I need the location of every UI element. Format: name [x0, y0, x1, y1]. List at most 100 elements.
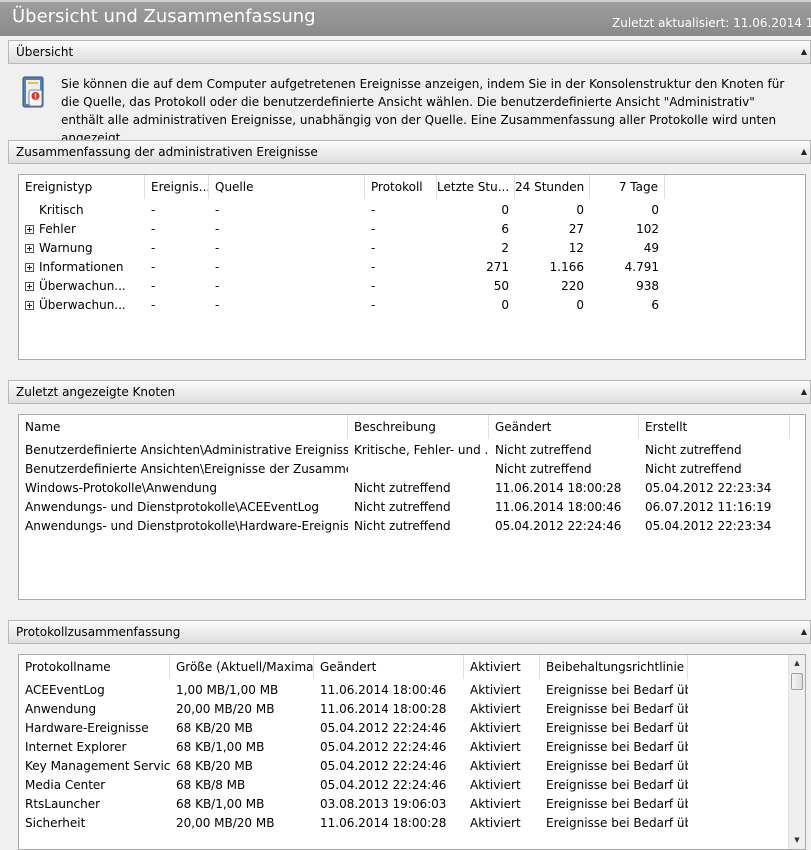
table-row[interactable]: Hardware-Ereignisse 68 KB/20 MB 05.04.2012…	[19, 719, 805, 738]
table-row[interactable]: Benutzerdefinierte Ansichten\Ereignisse …	[19, 460, 805, 479]
last-hour-cell: 6	[501, 222, 509, 236]
vertical-scrollbar[interactable]: ▲ ▼	[788, 655, 805, 849]
log-size-cell: 20,00 MB/20 MB	[176, 816, 275, 830]
scroll-thumb[interactable]	[791, 673, 803, 690]
node-name-cell: Anwendungs- und Dienstprotokolle\Hardwar…	[25, 519, 348, 533]
admin-summary-section-header[interactable]: Zusammenfassung der administrativen Erei…	[8, 140, 811, 164]
column-header-24-hours[interactable]: 24 Stunden	[515, 175, 590, 199]
log-retention-cell: Ereignisse bei Bedarf üb...	[546, 740, 688, 754]
node-name-cell: Anwendungs- und Dienstprotokolle\ACEEven…	[25, 500, 320, 514]
event-viewer-icon	[22, 76, 44, 108]
table-row[interactable]: Kritisch - - - 0 0 0	[19, 201, 805, 220]
column-header-log-name[interactable]: Protokollname	[19, 655, 170, 679]
table-header: Ereignistyp Ereignis... Quelle Protokoll…	[19, 175, 805, 199]
plus-box-icon[interactable]	[25, 244, 34, 253]
column-header-source[interactable]: Quelle	[209, 175, 365, 199]
table-row[interactable]: Überwachun... - - - 0 0 6	[19, 296, 805, 315]
week-count-cell: 102	[636, 222, 659, 236]
event-type-label: Kritisch	[39, 203, 84, 217]
table-row[interactable]: RtsLauncher 68 KB/1,00 MB 03.08.2013 19:06…	[19, 795, 805, 814]
column-header-enabled[interactable]: Aktiviert	[464, 655, 540, 679]
column-header-7-days[interactable]: 7 Tage	[590, 175, 665, 199]
plus-box-icon[interactable]	[25, 282, 34, 291]
chevron-up-icon[interactable]: ▲	[801, 41, 807, 63]
log-name-cell: Anwendung	[25, 702, 97, 716]
table-row[interactable]: Key Management Service 68 KB/20 MB 05.04.2…	[19, 757, 805, 776]
table-row[interactable]: Benutzerdefinierte Ansichten\Administrat…	[19, 441, 805, 460]
log-retention-cell: Ereignisse bei Bedarf üb...	[546, 759, 688, 773]
table-row[interactable]: Warnung - - - 2 12 49	[19, 239, 805, 258]
table-row[interactable]: Anwendung 20,00 MB/20 MB 11.06.2014 18:00:…	[19, 700, 805, 719]
source-cell: -	[215, 260, 220, 274]
log-cell: -	[371, 241, 376, 255]
chevron-up-icon[interactable]: ▲	[801, 141, 807, 163]
log-enabled-cell: Aktiviert	[470, 740, 521, 754]
table-row[interactable]: Überwachun... - - - 50 220 938	[19, 277, 805, 296]
log-modified-cell: 11.06.2014 18:00:28	[320, 816, 447, 830]
plus-box-icon[interactable]	[25, 225, 34, 234]
table-row[interactable]: Sicherheit 20,00 MB/20 MB 11.06.2014 18:00…	[19, 814, 805, 833]
log-enabled-cell: Aktiviert	[470, 683, 521, 697]
recent-nodes-section-header[interactable]: Zuletzt angezeigte Knoten ▲	[8, 380, 811, 404]
table-row[interactable]: Internet Explorer 68 KB/1,00 MB 05.04.2012…	[19, 738, 805, 757]
table-row[interactable]: Windows-Protokolle\Anwendung Nicht zutref…	[19, 479, 805, 498]
log-summary-section-header[interactable]: Protokollzusammenfassung ▲	[8, 620, 811, 644]
log-enabled-cell: Aktiviert	[470, 816, 521, 830]
week-count-cell: 0	[651, 203, 659, 217]
chevron-up-icon[interactable]: ▲	[801, 381, 807, 403]
column-header-last-hour[interactable]: Letzte Stu...	[437, 175, 515, 199]
log-modified-cell: 05.04.2012 22:24:46	[320, 721, 447, 735]
last-hour-cell: 50	[493, 279, 509, 293]
node-created-cell: 06.07.2012 11:16:19	[645, 500, 772, 514]
node-name-cell: Windows-Protokolle\Anwendung	[25, 481, 217, 495]
node-created-cell: Nicht zutreffend	[645, 462, 742, 476]
plus-box-icon[interactable]	[25, 301, 34, 310]
day-count-cell: 1.166	[549, 260, 584, 274]
table-row[interactable]: Informationen - - - 271 1.166 4.791	[19, 258, 805, 277]
log-retention-cell: Ereignisse bei Bedarf üb...	[546, 778, 688, 792]
plus-box-icon[interactable]	[25, 263, 34, 272]
scroll-up-icon[interactable]: ▲	[789, 655, 805, 672]
column-header-log[interactable]: Protokoll	[365, 175, 437, 199]
log-retention-cell: Ereignisse bei Bedarf üb...	[546, 683, 688, 697]
column-header-event-id[interactable]: Ereignis...	[145, 175, 209, 199]
page-title: Übersicht und Zusammenfassung	[12, 6, 316, 27]
column-header-description[interactable]: Beschreibung	[348, 415, 489, 439]
last-updated-label: Zuletzt aktualisiert: 11.06.2014 18:15:1…	[612, 16, 811, 30]
column-header-modified[interactable]: Geändert	[489, 415, 639, 439]
event-type-label: Warnung	[39, 241, 93, 255]
event-id-cell: -	[151, 222, 156, 236]
node-created-cell: 05.04.2012 22:23:34	[645, 519, 772, 533]
log-summary-table[interactable]: Protokollname Größe (Aktuell/Maximal) Ge…	[18, 654, 806, 850]
column-header-retention-policy[interactable]: Beibehaltungsrichtlinie	[540, 655, 688, 679]
table-row[interactable]: Media Center 68 KB/8 MB 05.04.2012 22:24:4…	[19, 776, 805, 795]
log-modified-cell: 11.06.2014 18:00:46	[320, 683, 447, 697]
column-header-modified[interactable]: Geändert	[314, 655, 464, 679]
overview-section-header[interactable]: Übersicht ▲	[8, 40, 811, 64]
column-header-event-type[interactable]: Ereignistyp	[19, 175, 145, 199]
table-row[interactable]: Fehler - - - 6 27 102	[19, 220, 805, 239]
table-row[interactable]: Anwendungs- und Dienstprotokolle\Hardwar…	[19, 517, 805, 536]
table-row[interactable]: Anwendungs- und Dienstprotokolle\ACEEven…	[19, 498, 805, 517]
scroll-down-icon[interactable]: ▼	[789, 832, 805, 849]
column-header-name[interactable]: Name	[19, 415, 348, 439]
node-description-cell: Nicht zutreffend	[354, 481, 451, 495]
overview-section-title: Übersicht	[16, 45, 74, 59]
admin-summary-table[interactable]: Ereignistyp Ereignis... Quelle Protokoll…	[18, 174, 806, 360]
event-id-cell: -	[151, 279, 156, 293]
column-header-created[interactable]: Erstellt	[639, 415, 790, 439]
node-description-cell	[348, 460, 489, 479]
log-cell: -	[371, 298, 376, 312]
log-name-cell: RtsLauncher	[25, 797, 101, 811]
last-hour-cell: 0	[501, 203, 509, 217]
source-cell: -	[215, 203, 220, 217]
log-size-cell: 68 KB/8 MB	[176, 778, 246, 792]
day-count-cell: 12	[568, 241, 584, 255]
chevron-up-icon[interactable]: ▲	[801, 621, 807, 643]
source-cell: -	[215, 279, 220, 293]
column-header-size[interactable]: Größe (Aktuell/Maximal)	[170, 655, 314, 679]
table-row[interactable]: ACEEventLog 1,00 MB/1,00 MB 11.06.2014 18:…	[19, 681, 805, 700]
log-modified-cell: 05.04.2012 22:24:46	[320, 778, 447, 792]
node-created-cell: 05.04.2012 22:23:34	[645, 481, 772, 495]
recent-nodes-table[interactable]: Name Beschreibung Geändert Erstellt Benu…	[18, 414, 806, 600]
